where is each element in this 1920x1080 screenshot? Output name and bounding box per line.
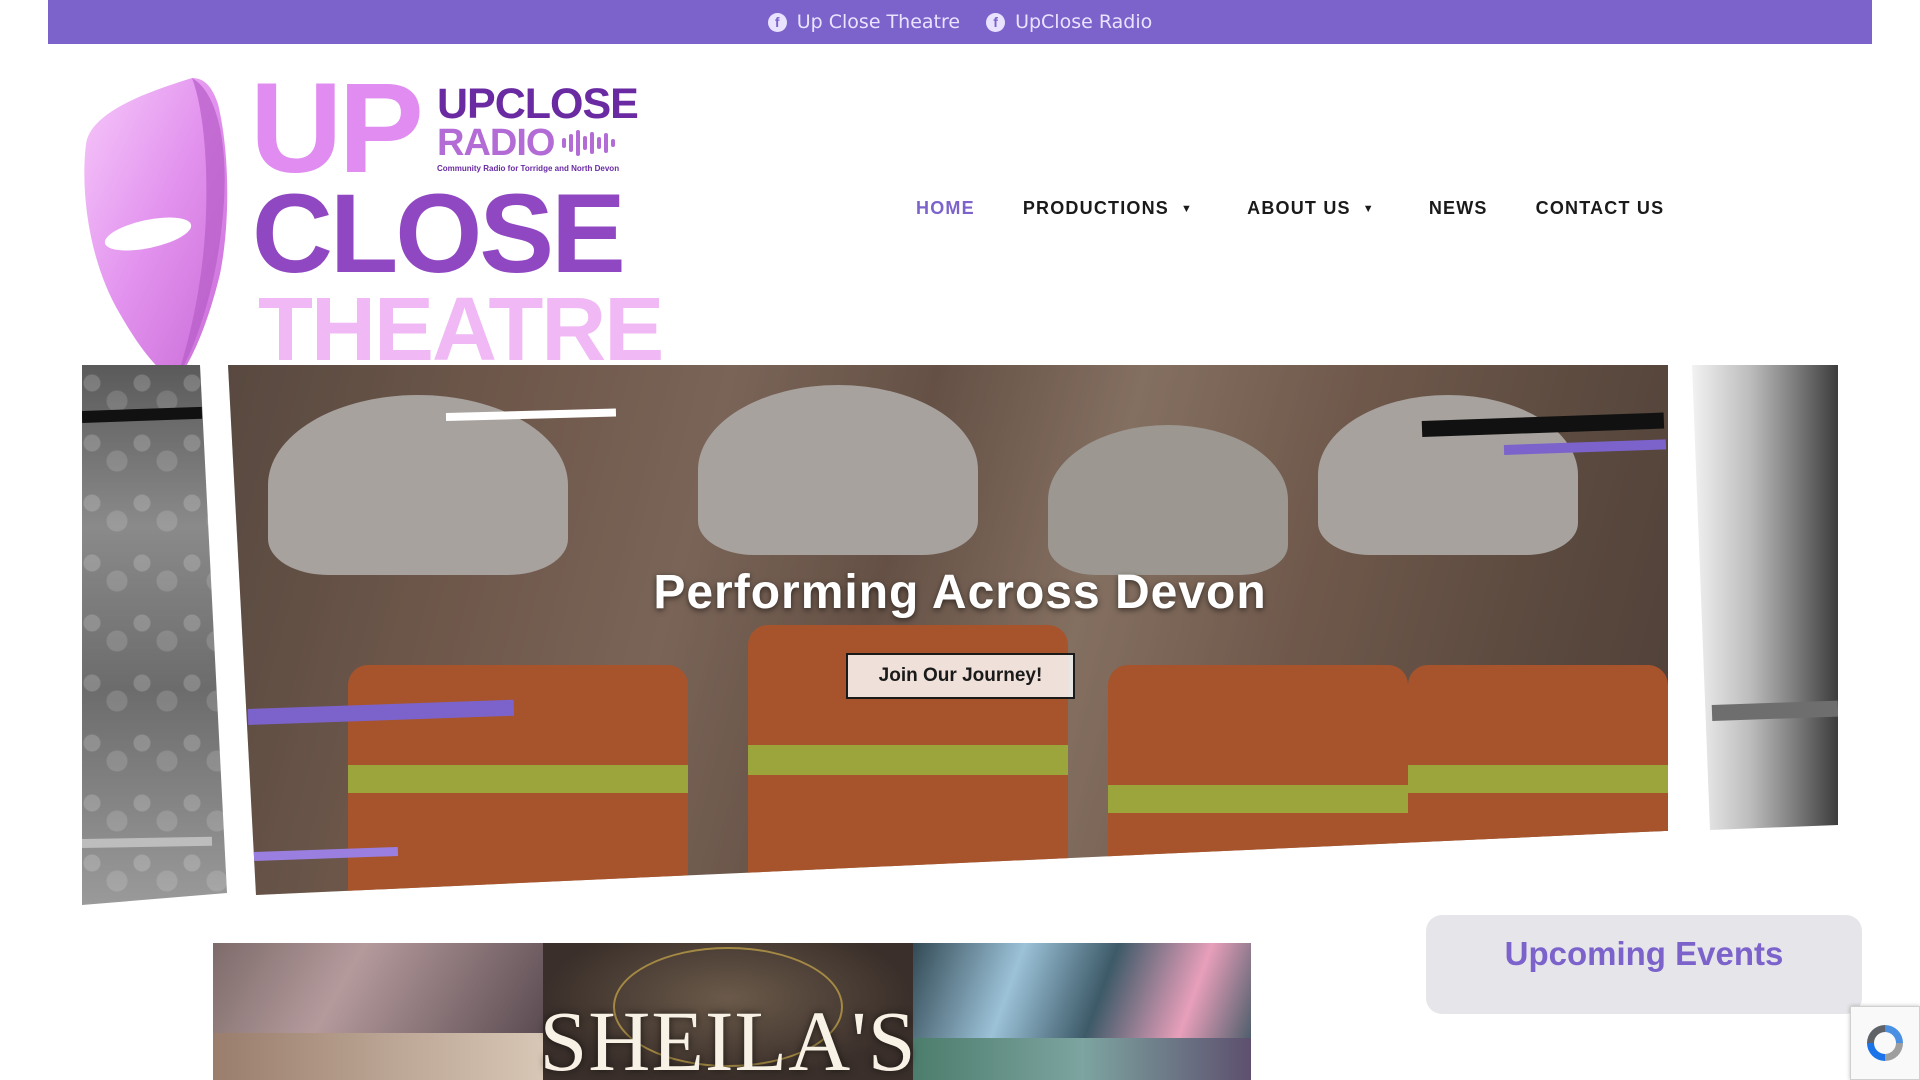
top-social-bar: f Up Close Theatre f UpClose Radio (48, 0, 1872, 44)
nav-item-home[interactable]: HOME (916, 198, 975, 219)
radio-tagline: Community Radio for Torridge and North D… (437, 164, 620, 173)
nav-item-news[interactable]: NEWS (1429, 198, 1488, 219)
recaptcha-badge[interactable] (1850, 1006, 1920, 1080)
facebook-icon: f (986, 12, 1006, 32)
radio-logo: UPCLOSE RADIO Community Radio for Torrid… (437, 80, 652, 174)
logo-close-text: CLOSE (252, 171, 626, 296)
social-link-up-close-theatre[interactable]: f Up Close Theatre (767, 11, 961, 33)
facebook-icon: f (767, 12, 787, 32)
join-our-journey-button[interactable]: Join Our Journey! (846, 653, 1075, 699)
nav-item-label: ABOUT US (1247, 198, 1351, 218)
recaptcha-icon (1867, 1025, 1903, 1061)
nav-item-label: NEWS (1428, 198, 1488, 218)
nav-item-label: HOME (916, 198, 975, 218)
nav-item-contact-us[interactable]: CONTACT US (1536, 198, 1665, 219)
hero-slider: Performing Across Devon Join Our Journey… (82, 365, 1838, 905)
logo-up-text: UP (250, 57, 424, 200)
upcoming-events-box: Upcoming Events (1426, 915, 1862, 1014)
radio-logo-line1: UPCLOSE (437, 80, 639, 128)
hero-audience-photo (82, 365, 227, 905)
soundwave-icon (562, 128, 616, 158)
nav-item-label: CONTACT US (1535, 198, 1665, 218)
site-logo[interactable]: UP CLOSE THEATRE UPCLOSE RADIO Community… (80, 57, 664, 394)
social-link-upclose-radio[interactable]: f UpClose Radio (986, 11, 1152, 33)
hero-title: Performing Across Devon (653, 566, 1267, 619)
nav-item-productions[interactable]: PRODUCTIONS ▼ (1023, 198, 1193, 219)
nav-item-label: PRODUCTIONS (1022, 198, 1170, 218)
radio-logo-line2: RADIO (437, 124, 652, 162)
production-poster[interactable]: SHEILA'S (213, 943, 1251, 1080)
chevron-down-icon: ▼ (1362, 202, 1375, 215)
main-nav: HOME PRODUCTIONS ▼ ABOUT US ▼ NEWS CONTA… (916, 198, 1664, 219)
nav-item-about-us[interactable]: ABOUT US ▼ (1247, 198, 1375, 219)
social-link-label: UpClose Radio (1015, 11, 1153, 33)
upcoming-events-title: Upcoming Events (1504, 935, 1784, 972)
radio-logo-word: RADIO (437, 122, 555, 164)
logo-theatre-text: THEATRE (258, 280, 664, 380)
theatre-mask-icon (84, 78, 228, 380)
hero-miners-photo (228, 365, 1668, 895)
chevron-down-icon: ▼ (1181, 202, 1194, 215)
social-link-label: Up Close Theatre (796, 11, 961, 33)
poster-title: SHEILA'S (539, 993, 917, 1080)
